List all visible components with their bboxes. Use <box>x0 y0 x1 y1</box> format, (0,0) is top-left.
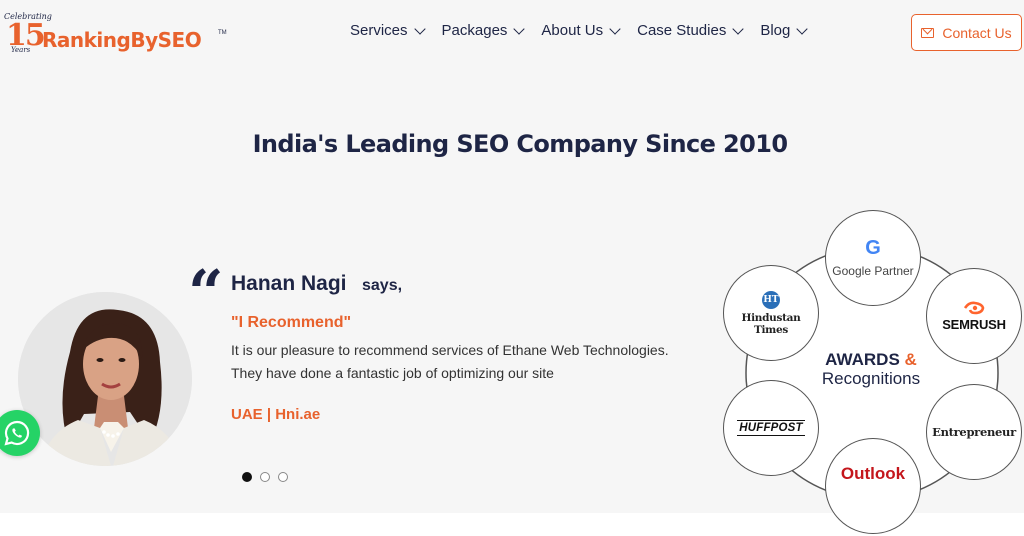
semrush-icon <box>963 301 985 314</box>
carousel-dots <box>242 472 288 482</box>
badge-label: Hindustan Times <box>741 311 801 336</box>
badge-huffpost: HUFFPOST <box>723 380 819 476</box>
testimonial-origin: UAE | Hni.ae <box>231 406 321 423</box>
main-nav: Services Packages About Us Case Studies … <box>350 22 809 39</box>
carousel-dot-3[interactable] <box>278 472 288 482</box>
nav-label: Blog <box>760 22 791 39</box>
chevron-down-icon <box>609 22 621 35</box>
google-icon: G <box>865 237 881 259</box>
testimonial-photo <box>18 292 192 466</box>
site-logo[interactable]: Celebrating 15 Years RankingBySEO TM <box>4 8 227 56</box>
badge-label: Outlook <box>840 464 906 483</box>
whatsapp-icon <box>4 420 30 446</box>
nav-item-services[interactable]: Services <box>350 22 426 39</box>
carousel-dot-1[interactable] <box>242 472 252 482</box>
chevron-down-icon <box>796 22 809 35</box>
awards-word: AWARDS <box>825 350 900 369</box>
nav-label: Case Studies <box>637 22 727 39</box>
badge-label: Entrepreneur <box>932 425 1016 439</box>
nav-label: About Us <box>541 22 604 39</box>
badge-google-partner: G Google Partner <box>825 210 921 306</box>
page-title: India's Leading SEO Company Since 2010 <box>252 130 788 158</box>
badge-label: HUFFPOST <box>737 420 805 436</box>
badge-hindustan-times: HT Hindustan Times <box>723 265 819 361</box>
contact-us-label: Contact Us <box>942 24 1012 41</box>
badge-outlook: Outlook <box>825 438 921 534</box>
testimonial-author: Hanan Nagi <box>231 272 347 295</box>
mail-icon <box>921 27 935 38</box>
hindustan-times-icon: HT <box>762 290 780 309</box>
logo-brand-name: RankingBySEO <box>42 28 202 52</box>
quote-icon: “ <box>188 256 224 329</box>
testimonial-headline: "I Recommend" <box>231 314 352 331</box>
testimonial-says: says, <box>362 277 403 294</box>
contact-us-button[interactable]: Contact Us <box>911 14 1022 51</box>
awards-title: AWARDS & <box>808 350 934 370</box>
chevron-down-icon <box>513 22 526 35</box>
nav-label: Packages <box>441 22 508 39</box>
nav-item-blog[interactable]: Blog <box>760 22 809 39</box>
logo-years-text: Years <box>11 46 31 54</box>
carousel-dot-2[interactable] <box>260 472 270 482</box>
badge-label: SEMRUSH <box>942 316 1006 332</box>
badge-label: Google Partner <box>832 264 914 278</box>
awards-ampersand: & <box>904 350 917 369</box>
badge-entrepreneur: Entrepreneur <box>926 384 1022 480</box>
chevron-down-icon <box>732 22 744 35</box>
nav-label: Services <box>350 22 408 39</box>
nav-item-case-studies[interactable]: Case Studies <box>637 22 744 39</box>
nav-item-about-us[interactable]: About Us <box>541 22 621 39</box>
awards-subtitle: Recognitions <box>821 369 921 388</box>
logo-trademark: TM <box>218 30 227 36</box>
badge-semrush: SEMRUSH <box>926 268 1022 364</box>
chevron-down-icon <box>413 22 426 35</box>
nav-item-packages[interactable]: Packages <box>441 22 526 39</box>
testimonial-text: It is our pleasure to recommend services… <box>231 342 669 381</box>
